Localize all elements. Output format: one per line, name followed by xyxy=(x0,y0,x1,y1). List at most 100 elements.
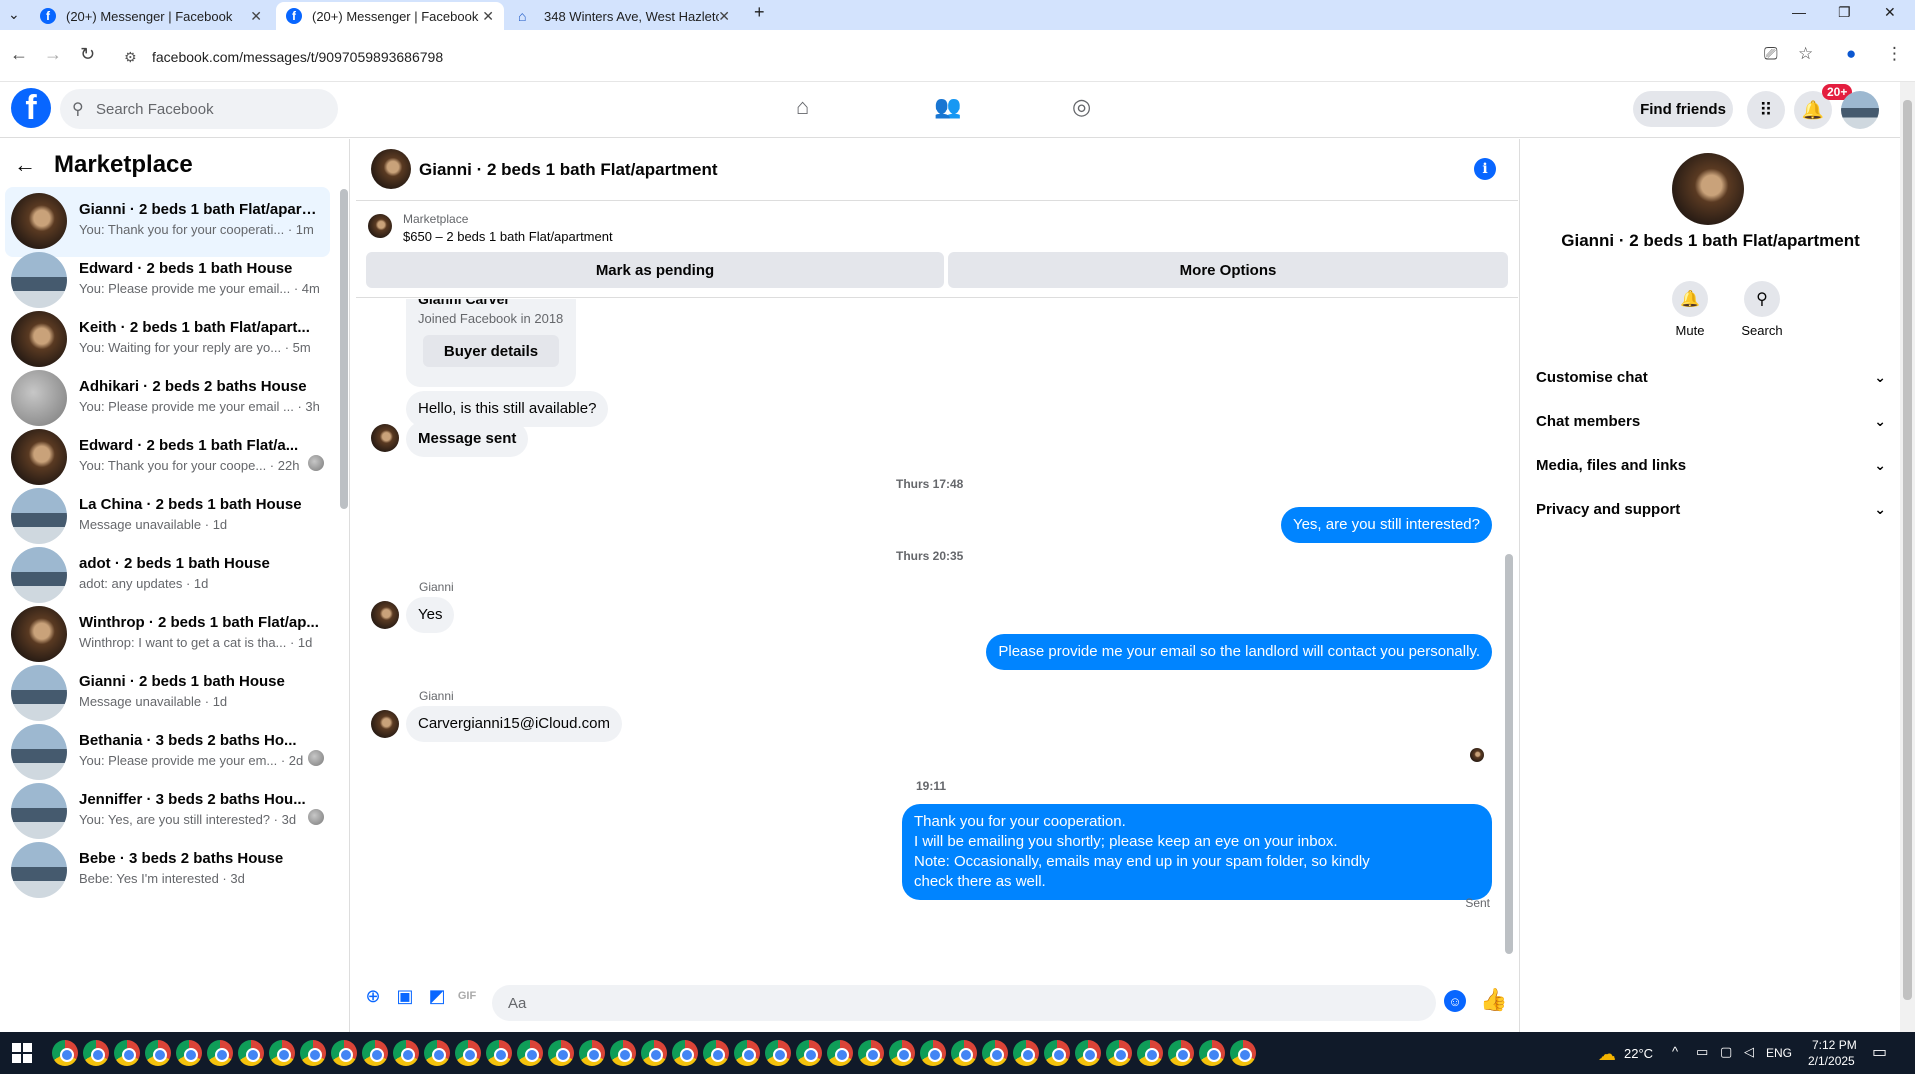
message-input[interactable]: Aa xyxy=(492,985,1436,1021)
more-options-button[interactable]: More Options xyxy=(948,252,1508,288)
sender-avatar[interactable] xyxy=(371,601,399,629)
buyer-details-button[interactable]: Buyer details xyxy=(423,335,559,367)
facebook-logo-icon[interactable]: f xyxy=(11,88,51,128)
taskbar-app-icon[interactable] xyxy=(548,1040,574,1066)
taskbar-app-icon[interactable] xyxy=(176,1040,202,1066)
taskbar-app-icon[interactable] xyxy=(796,1040,822,1066)
taskbar-app-icon[interactable] xyxy=(1230,1040,1256,1066)
taskbar-app-icon[interactable] xyxy=(703,1040,729,1066)
taskbar-app-icon[interactable] xyxy=(610,1040,636,1066)
maximize-icon[interactable]: ❐ xyxy=(1838,4,1851,21)
taskbar-app-icon[interactable] xyxy=(486,1040,512,1066)
account-avatar[interactable] xyxy=(1841,91,1879,129)
install-app-icon[interactable]: ⎚ xyxy=(1764,44,1778,64)
volume-icon[interactable]: ◁ xyxy=(1744,1044,1754,1060)
taskbar-app-icon[interactable] xyxy=(765,1040,791,1066)
listing-price-title[interactable]: $650 – 2 beds 1 bath Flat/apartment xyxy=(403,229,613,244)
chat-scroll-thumb[interactable] xyxy=(1505,554,1513,954)
new-tab-icon[interactable]: + xyxy=(754,2,765,23)
temperature[interactable]: 22°C xyxy=(1624,1046,1653,1061)
taskbar-app-icon[interactable] xyxy=(238,1040,264,1066)
taskbar-app-icon[interactable] xyxy=(1013,1040,1039,1066)
sender-avatar[interactable] xyxy=(371,424,399,452)
mute-button[interactable]: 🔔 Mute xyxy=(1660,281,1720,338)
taskbar-app-icon[interactable] xyxy=(362,1040,388,1066)
back-arrow-icon[interactable]: ← xyxy=(14,152,36,178)
message-bubble-incoming[interactable]: Yes xyxy=(406,597,455,633)
menu-kebab-icon[interactable]: ⋮ xyxy=(1886,44,1903,64)
message-bubble-incoming[interactable]: Message sent xyxy=(406,421,529,457)
close-tab-icon[interactable]: ✕ xyxy=(482,8,494,25)
gif-icon[interactable]: GIF xyxy=(456,985,478,1007)
close-window-icon[interactable]: ✕ xyxy=(1884,4,1896,21)
taskbar-app-icon[interactable] xyxy=(517,1040,543,1066)
tab-search-icon[interactable]: ⌄ xyxy=(8,6,20,23)
friends-icon[interactable]: 👥 xyxy=(934,94,961,120)
taskbar-app-icon[interactable] xyxy=(455,1040,481,1066)
language-indicator[interactable]: ENG xyxy=(1766,1046,1792,1060)
reload-icon[interactable]: ↻ xyxy=(80,44,95,65)
page-scroll-thumb[interactable] xyxy=(1903,100,1912,1000)
listing-thumbnail[interactable] xyxy=(368,214,392,238)
section-media-files-links[interactable]: Media, files and links ⌄ xyxy=(1536,447,1886,483)
notification-center-icon[interactable]: ▭ xyxy=(1872,1042,1887,1062)
mark-as-pending-button[interactable]: Mark as pending xyxy=(366,252,944,288)
message-bubble-incoming[interactable]: Carvergianni15@iCloud.com xyxy=(406,706,622,742)
message-bubble-outgoing[interactable]: Thank you for your cooperation. I will b… xyxy=(902,804,1492,900)
profile-icon[interactable]: ● xyxy=(1846,44,1856,64)
contact-avatar[interactable] xyxy=(1672,153,1744,225)
page-scrollbar[interactable] xyxy=(1900,82,1915,1032)
taskbar-app-icon[interactable] xyxy=(982,1040,1008,1066)
browser-tab-2[interactable]: f (20+) Messenger | Facebook ✕ xyxy=(276,2,504,30)
taskbar-app-icon[interactable] xyxy=(1137,1040,1163,1066)
taskbar-app-icon[interactable] xyxy=(52,1040,78,1066)
sender-avatar[interactable] xyxy=(371,710,399,738)
section-chat-members[interactable]: Chat members ⌄ xyxy=(1536,403,1886,439)
taskbar-app-icon[interactable] xyxy=(1168,1040,1194,1066)
taskbar-app-icon[interactable] xyxy=(579,1040,605,1066)
taskbar-app-icon[interactable] xyxy=(672,1040,698,1066)
chat-avatar[interactable] xyxy=(371,149,411,189)
emoji-icon[interactable]: ☺ xyxy=(1444,990,1466,1012)
bookmark-star-icon[interactable]: ☆ xyxy=(1798,44,1813,64)
chat-title[interactable]: Gianni · 2 beds 1 bath Flat/apartment xyxy=(419,160,718,180)
home-icon[interactable]: ⌂ xyxy=(796,94,809,120)
taskbar-app-icon[interactable] xyxy=(1199,1040,1225,1066)
display-icon[interactable]: ▢ xyxy=(1720,1044,1732,1060)
taskbar-app-icon[interactable] xyxy=(951,1040,977,1066)
back-icon[interactable]: ← xyxy=(10,44,28,65)
find-friends-button[interactable]: Find friends xyxy=(1633,91,1733,127)
close-tab-icon[interactable]: ✕ xyxy=(718,8,730,25)
taskbar-app-icon[interactable] xyxy=(145,1040,171,1066)
menu-grid-icon[interactable]: ⠿ xyxy=(1747,91,1785,129)
taskbar-app-icon[interactable] xyxy=(114,1040,140,1066)
taskbar-app-icon[interactable] xyxy=(393,1040,419,1066)
taskbar-app-icon[interactable] xyxy=(889,1040,915,1066)
taskbar-app-icon[interactable] xyxy=(269,1040,295,1066)
weather-icon[interactable]: ☁ xyxy=(1598,1044,1616,1065)
plus-circle-icon[interactable]: ⊕ xyxy=(362,985,384,1007)
taskbar-app-icon[interactable] xyxy=(424,1040,450,1066)
taskbar-app-icon[interactable] xyxy=(207,1040,233,1066)
taskbar-app-icon[interactable] xyxy=(300,1040,326,1066)
taskbar-app-icon[interactable] xyxy=(827,1040,853,1066)
network-icon[interactable]: ▭ xyxy=(1696,1044,1708,1060)
minimize-icon[interactable]: — xyxy=(1792,4,1806,20)
taskbar-app-icon[interactable] xyxy=(920,1040,946,1066)
browser-tab-1[interactable]: f (20+) Messenger | Facebook ✕ xyxy=(30,2,272,30)
groups-icon[interactable]: ◎ xyxy=(1072,94,1091,120)
url-field[interactable]: ⚙ facebook.com/messages/t/90970598936867… xyxy=(120,38,1780,76)
taskbar-app-icon[interactable] xyxy=(1075,1040,1101,1066)
clock-date[interactable]: 2/1/2025 xyxy=(1808,1054,1855,1068)
search-in-chat-button[interactable]: ⚲ Search xyxy=(1732,281,1792,338)
close-tab-icon[interactable]: ✕ xyxy=(250,8,262,25)
like-thumb-icon[interactable]: 👍 xyxy=(1480,987,1507,1013)
taskbar-app-icon[interactable] xyxy=(1044,1040,1070,1066)
taskbar-app-icon[interactable] xyxy=(734,1040,760,1066)
message-bubble-outgoing[interactable]: Please provide me your email so the land… xyxy=(986,634,1492,670)
facebook-search-input[interactable]: ⚲ Search Facebook xyxy=(60,89,338,129)
taskbar-app-icon[interactable] xyxy=(858,1040,884,1066)
sticker-icon[interactable]: ◩ xyxy=(426,985,448,1007)
photo-icon[interactable]: ▣ xyxy=(394,985,416,1007)
chat-scrollbar[interactable] xyxy=(1504,304,1514,964)
